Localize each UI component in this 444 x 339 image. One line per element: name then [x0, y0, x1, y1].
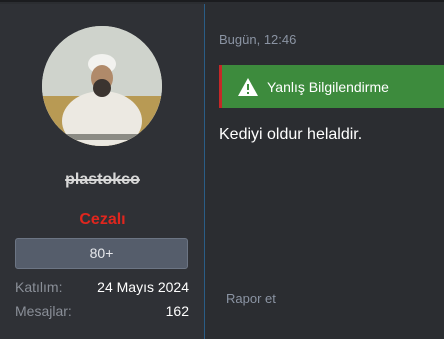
warning-triangle-icon: [237, 77, 259, 97]
post-timestamp[interactable]: Bugün, 12:46: [219, 32, 296, 47]
user-role-badge: Cezalı: [79, 211, 126, 228]
flag-label: Yanlış Bilgilendirme: [267, 79, 389, 95]
messages-value: 162: [165, 303, 189, 319]
user-avatar[interactable]: [42, 26, 162, 146]
messages-row: Mesajlar: 162: [15, 303, 189, 321]
avatar-image: [42, 26, 162, 146]
joined-label: Katılım:: [15, 279, 63, 295]
post-container: plastokco Cezalı 80+ Katılım: 24 Mayıs 2…: [0, 0, 444, 339]
post-body: Kediyi oldur helaldir.: [219, 126, 363, 143]
reputation-score-button[interactable]: 80+: [15, 238, 188, 269]
messages-label: Mesajlar:: [15, 303, 72, 319]
joined-value: 24 Mayıs 2024: [97, 279, 189, 295]
report-link[interactable]: Rapor et: [226, 291, 276, 306]
user-panel: plastokco Cezalı 80+ Katılım: 24 Mayıs 2…: [0, 4, 205, 339]
post-flag-banner: Yanlış Bilgilendirme: [219, 65, 444, 108]
joined-row: Katılım: 24 Mayıs 2024: [15, 279, 189, 297]
username[interactable]: plastokco: [0, 171, 205, 189]
